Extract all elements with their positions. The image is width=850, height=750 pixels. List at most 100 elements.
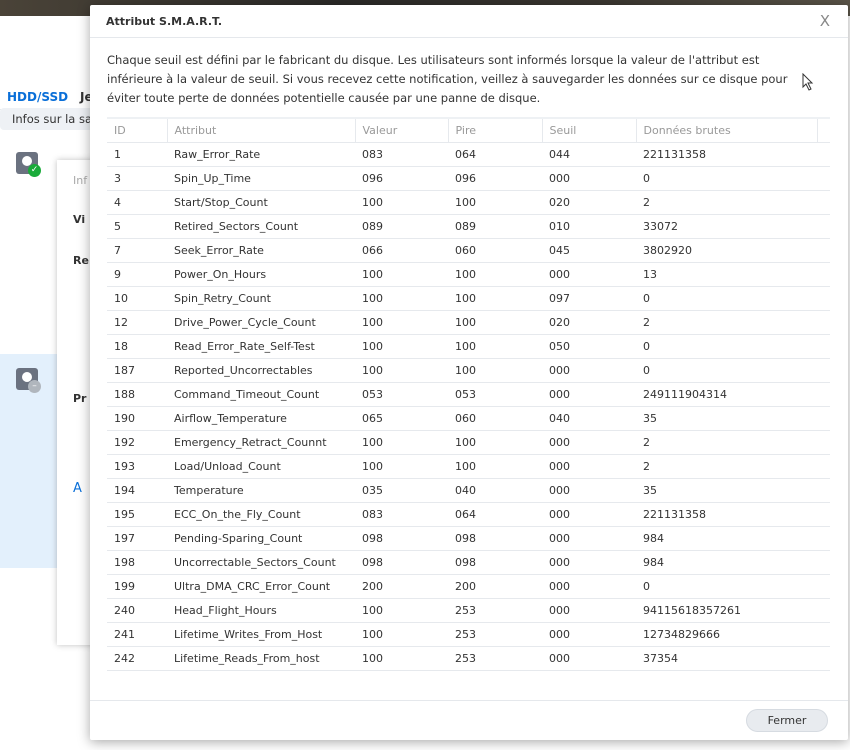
table-cell: 100	[355, 454, 448, 479]
table-cell: 221131358	[636, 502, 817, 527]
table-cell: Command_Timeout_Count	[167, 382, 355, 407]
table-cell: 100	[355, 430, 448, 455]
table-row[interactable]: 187 Reported_Uncorrectables 100 100 000 0	[107, 358, 830, 383]
table-row[interactable]: 199 Ultra_DMA_CRC_Error_Count 200 200 000 0	[107, 574, 830, 599]
table-cell: 0	[636, 286, 817, 311]
table-cell: 100	[355, 622, 448, 647]
table-cell-spacer	[817, 550, 830, 575]
table-row[interactable]: 10 Spin_Retry_Count 100 100 097 0	[107, 286, 830, 311]
table-cell-spacer	[817, 598, 830, 623]
table-cell: 000	[542, 550, 636, 575]
table-row[interactable]: 188 Command_Timeout_Count 053 053 000 2491119…	[107, 382, 830, 407]
table-cell-spacer	[817, 382, 830, 407]
table-cell: 098	[355, 550, 448, 575]
table-row[interactable]: 4 Start/Stop_Count 100 100 020 2	[107, 190, 830, 215]
table-cell: 2	[636, 454, 817, 479]
table-cell: 4	[107, 190, 167, 215]
table-cell: 2	[636, 430, 817, 455]
smart-table: ID Attribut Valeur Pire Seuil Données brutes …	[107, 117, 830, 671]
dialog-title: Attribut S.M.A.R.T.	[90, 5, 848, 38]
table-row[interactable]: 197 Pending-Sparing_Count 098 098 000 984	[107, 526, 830, 551]
table-cell: 5	[107, 214, 167, 239]
table-cell: Seek_Error_Rate	[167, 238, 355, 263]
table-cell: Drive_Power_Cycle_Count	[167, 310, 355, 335]
table-cell: 020	[542, 310, 636, 335]
table-cell: 9	[107, 262, 167, 287]
close-icon[interactable]: X	[820, 12, 830, 30]
table-row[interactable]: 242 Lifetime_Reads_From_host 100 253 000 3735…	[107, 646, 830, 671]
table-cell-spacer	[817, 334, 830, 359]
table-cell: 000	[542, 382, 636, 407]
table-row[interactable]: 12 Drive_Power_Cycle_Count 100 100 020 2	[107, 310, 830, 335]
table-cell-spacer	[817, 406, 830, 431]
table-cell: 3802920	[636, 238, 817, 263]
table-cell: 089	[448, 214, 542, 239]
table-cell: 060	[448, 238, 542, 263]
table-cell-spacer	[817, 574, 830, 599]
table-cell: 000	[542, 478, 636, 503]
table-row[interactable]: 9 Power_On_Hours 100 100 000 13	[107, 262, 830, 287]
table-row[interactable]: 5 Retired_Sectors_Count 089 089 010 33072	[107, 214, 830, 239]
tab-hdd-ssd[interactable]: HDD/SSD	[7, 90, 68, 104]
table-row[interactable]: 7 Seek_Error_Rate 066 060 045 3802920	[107, 238, 830, 263]
table-cell: 193	[107, 454, 167, 479]
table-cell: 100	[448, 334, 542, 359]
table-cell: 060	[448, 406, 542, 431]
table-cell: 1	[107, 142, 167, 167]
table-cell: 100	[448, 430, 542, 455]
table-cell: 100	[448, 286, 542, 311]
column-header[interactable]: Pire	[448, 117, 543, 143]
table-row[interactable]: 190 Airflow_Temperature 065 060 040 35	[107, 406, 830, 431]
table-cell: 12	[107, 310, 167, 335]
table-cell: 0	[636, 166, 817, 191]
table-row[interactable]: 193 Load/Unload_Count 100 100 000 2	[107, 454, 830, 479]
table-cell-spacer	[817, 646, 830, 671]
column-header-spacer	[817, 117, 830, 143]
table-cell: 000	[542, 430, 636, 455]
table-cell: 100	[448, 454, 542, 479]
table-row[interactable]: 3 Spin_Up_Time 096 096 000 0	[107, 166, 830, 191]
table-cell: 192	[107, 430, 167, 455]
table-cell: ECC_On_the_Fly_Count	[167, 502, 355, 527]
table-cell: Temperature	[167, 478, 355, 503]
table-row[interactable]: 18 Read_Error_Rate_Self-Test 100 100 050 0	[107, 334, 830, 359]
table-cell: 000	[542, 574, 636, 599]
table-row[interactable]: 240 Head_Flight_Hours 100 253 000 94115618357…	[107, 598, 830, 623]
table-row[interactable]: 198 Uncorrectable_Sectors_Count 098 098 000 9…	[107, 550, 830, 575]
table-cell: Pending-Sparing_Count	[167, 526, 355, 551]
table-row[interactable]: 195 ECC_On_the_Fly_Count 083 064 000 22113135…	[107, 502, 830, 527]
table-cell-spacer	[817, 262, 830, 287]
table-cell: 000	[542, 454, 636, 479]
table-cell: Retired_Sectors_Count	[167, 214, 355, 239]
table-row[interactable]: 241 Lifetime_Writes_From_Host 100 253 000 127…	[107, 622, 830, 647]
table-cell: 984	[636, 526, 817, 551]
table-cell: 100	[355, 358, 448, 383]
table-cell: 200	[355, 574, 448, 599]
table-cell: 190	[107, 406, 167, 431]
table-cell: 221131358	[636, 142, 817, 167]
column-header[interactable]: Valeur	[355, 117, 449, 143]
table-cell: 000	[542, 502, 636, 527]
table-cell: 064	[448, 142, 542, 167]
table-cell: 100	[355, 262, 448, 287]
table-cell: 2	[636, 190, 817, 215]
column-header[interactable]: ID	[107, 117, 168, 143]
table-cell: 000	[542, 358, 636, 383]
table-cell: 18	[107, 334, 167, 359]
table-cell: 984	[636, 550, 817, 575]
column-header[interactable]: Attribut	[167, 117, 356, 143]
table-cell: 195	[107, 502, 167, 527]
close-button[interactable]: Fermer	[746, 709, 828, 732]
table-cell: 096	[448, 166, 542, 191]
minus-icon: –	[28, 380, 41, 393]
table-row[interactable]: 194 Temperature 035 040 000 35	[107, 478, 830, 503]
table-cell-spacer	[817, 526, 830, 551]
table-cell: 240	[107, 598, 167, 623]
table-row[interactable]: 1 Raw_Error_Rate 083 064 044 221131358	[107, 142, 830, 167]
table-row[interactable]: 192 Emergency_Retract_Counnt 100 100 000 2	[107, 430, 830, 455]
mouse-cursor-icon	[802, 73, 814, 91]
column-header[interactable]: Données brutes	[636, 117, 818, 143]
column-header[interactable]: Seuil	[542, 117, 637, 143]
check-icon: ✓	[28, 164, 41, 177]
table-cell: 188	[107, 382, 167, 407]
